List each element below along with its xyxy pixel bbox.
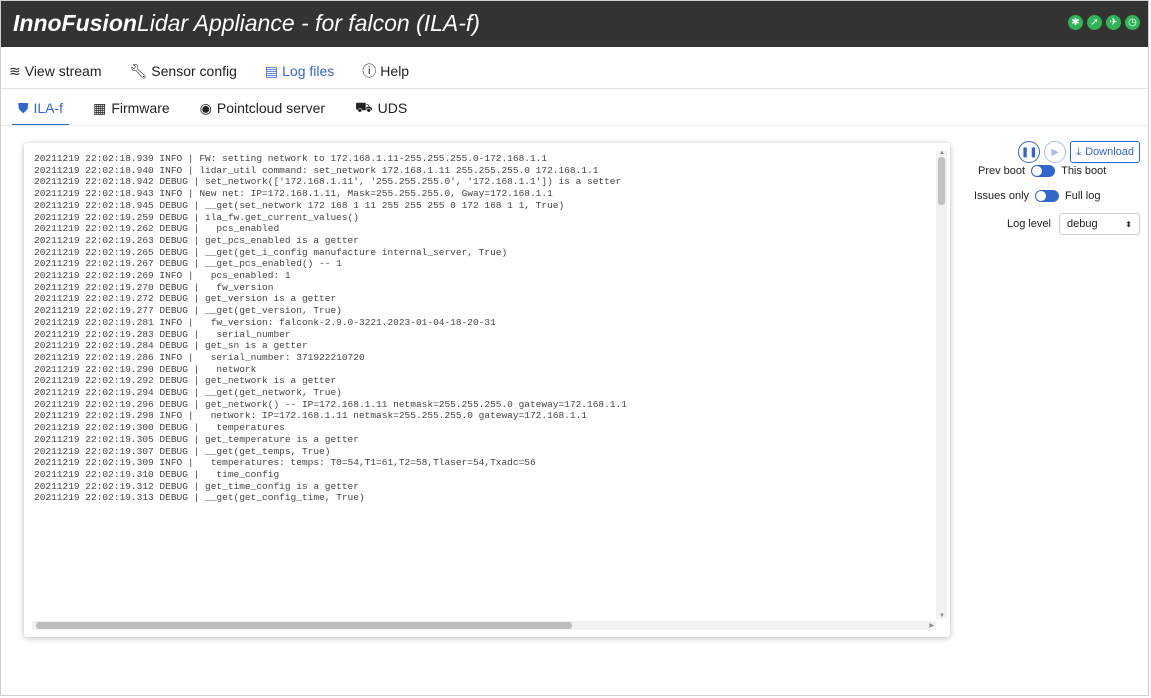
download-button[interactable]: ⤓ Download (1070, 141, 1140, 163)
horizontal-scroll-thumb[interactable] (36, 622, 572, 629)
vertical-scroll-thumb[interactable] (938, 157, 945, 205)
chip-icon: ▦ (93, 99, 107, 116)
log-line: 20211219 22:02:19.309 INFO | temperature… (34, 457, 536, 469)
log-line: 20211219 22:02:19.292 DEBUG | get_networ… (34, 375, 337, 387)
scroll-down-icon[interactable]: ▼ (939, 613, 945, 619)
log-line: 20211219 22:02:18.939 INFO | FW: setting… (34, 153, 548, 164)
info-icon: ⓘ (362, 63, 377, 79)
plane-icon[interactable]: ✈ (1106, 15, 1121, 30)
log-line: 20211219 22:02:18.942 DEBUG | set_networ… (34, 176, 622, 188)
log-line: 20211219 22:02:19.272 DEBUG | get_versio… (34, 293, 337, 305)
log-line: 20211219 22:02:19.296 DEBUG | get_networ… (34, 398, 627, 410)
nav-label: Help (380, 63, 410, 79)
horizontal-scrollbar[interactable]: ▶ (32, 621, 936, 630)
log-line: 20211219 22:02:18.943 INFO | New net: IP… (34, 188, 553, 200)
log-scope-toggle-row: Issues only Full log (974, 190, 1101, 202)
bug-icon[interactable]: ✱ (1068, 15, 1083, 30)
tab-ila-f[interactable]: ⛊ ILA-f (12, 93, 70, 126)
log-line: 20211219 22:02:19.307 DEBUG | __get(get_… (34, 445, 331, 457)
log-line: 20211219 22:02:18.945 DEBUG | __get(set_… (34, 199, 565, 211)
nav-label: View stream (24, 63, 102, 79)
car-icon: ⛟ (355, 98, 373, 115)
nav-log-files[interactable]: ▤ Log files (257, 63, 334, 80)
boot-toggle[interactable] (1031, 165, 1056, 177)
app-title-text: Lidar Appliance - for falcon (ILA-f) (136, 10, 480, 36)
nav-sensor-config[interactable]: 🔧︎ Sensor config (122, 63, 237, 80)
this-boot-label: This boot (1061, 165, 1107, 177)
log-line: 20211219 22:02:19.263 DEBUG | get_pcs_en… (34, 234, 359, 246)
log-scope-toggle[interactable] (1035, 190, 1060, 202)
nav-divider (1, 88, 1148, 89)
log-line: 20211219 22:02:19.269 INFO | pcs_enabled… (34, 270, 291, 282)
log-line: 20211219 22:02:18.940 INFO | lidar_util … (34, 164, 599, 176)
log-line: 20211219 22:02:19.270 DEBUG | fw_version (34, 281, 274, 293)
log-line: 20211219 22:02:19.277 DEBUG | __get(get_… (34, 305, 342, 317)
download-icon: ⤓ (1076, 145, 1082, 158)
log-line: 20211219 22:02:19.294 DEBUG | __get(get_… (34, 387, 342, 399)
log-line: 20211219 22:02:19.312 DEBUG | get_time_c… (34, 480, 359, 492)
log-line: 20211219 22:02:19.265 DEBUG | __get(get_… (34, 246, 508, 258)
log-line: 20211219 22:02:19.300 DEBUG | temperatur… (34, 422, 285, 434)
nav-label: Sensor config (151, 63, 237, 79)
log-line: 20211219 22:02:19.290 DEBUG | network (34, 363, 257, 375)
html5-icon: ⛊ (18, 99, 29, 116)
log-level-label: Log level (1006, 218, 1051, 230)
scroll-right-icon[interactable]: ▶ (929, 622, 934, 629)
app-title: InnoFusionLidar Appliance - for falcon (… (13, 10, 480, 37)
log-line: 20211219 22:02:19.310 DEBUG | time_confi… (34, 468, 280, 480)
clock-icon[interactable]: ◷ (1125, 15, 1140, 30)
log-line: 20211219 22:02:19.284 DEBUG | get_sn is … (34, 340, 308, 352)
vertical-scrollbar[interactable]: ▲ ▼ (936, 150, 947, 619)
nav-label: Log files (282, 63, 335, 79)
tab-label: UDS (377, 100, 408, 116)
pause-icon[interactable]: ❚❚ (1018, 141, 1041, 163)
log-line: 20211219 22:02:19.281 INFO | fw_version:… (34, 316, 496, 328)
running-icon[interactable]: ➚ (1087, 15, 1102, 30)
tab-pointcloud-server[interactable]: ◉ Pointcloud server (194, 93, 331, 123)
main-nav: ≋ View stream 🔧︎ Sensor config ▤ Log fil… (1, 56, 429, 86)
download-label: Download (1085, 146, 1134, 158)
file-icon: ▤ (264, 62, 279, 79)
title-bar: InnoFusionLidar Appliance - for falcon (… (1, 1, 1148, 47)
log-line: 20211219 22:02:19.283 DEBUG | serial_num… (34, 328, 291, 340)
stream-icon: ≋ (9, 62, 21, 79)
log-line: 20211219 22:02:19.313 DEBUG | __get(get_… (34, 492, 365, 504)
log-viewer[interactable]: 20211219 22:02:18.939 INFO | FW: setting… (24, 153, 936, 620)
prev-boot-label: Prev boot (978, 165, 1026, 177)
scroll-up-icon[interactable]: ▲ (939, 150, 945, 156)
tab-uds[interactable]: ⛟ UDS (349, 93, 413, 123)
log-line: 20211219 22:02:19.262 DEBUG | pcs_enable… (34, 223, 280, 235)
sub-tabs: ⛊ ILA-f ▦ Firmware ◉ Pointcloud server ⛟… (12, 93, 431, 126)
nav-view-stream[interactable]: ≋ View stream (1, 63, 102, 80)
log-line: 20211219 22:02:19.305 DEBUG | get_temper… (34, 433, 359, 445)
log-line: 20211219 22:02:19.259 DEBUG | ila_fw.get… (34, 211, 359, 223)
log-level-row: Log level debug ⬍ (1007, 213, 1140, 235)
log-line: 20211219 22:02:19.286 INFO | serial_numb… (34, 351, 365, 363)
disc-icon: ◉ (199, 99, 212, 116)
tab-divider (1, 125, 1148, 126)
tab-firmware[interactable]: ▦ Firmware (87, 93, 176, 123)
tab-label: ILA-f (33, 100, 64, 116)
select-arrows-icon: ⬍ (1125, 219, 1132, 229)
playback-buttons: ❚❚ ▶ ⤓ Download (1018, 141, 1140, 163)
log-level-select[interactable]: debug ⬍ (1059, 213, 1140, 235)
play-icon[interactable]: ▶ (1044, 141, 1067, 163)
tab-label: Pointcloud server (216, 100, 326, 116)
brand-name: InnoFusion (13, 10, 137, 36)
log-line: 20211219 22:02:19.298 INFO | network: IP… (34, 410, 587, 422)
nav-help[interactable]: ⓘ Help (354, 61, 409, 81)
wrench-icon: 🔧︎ (129, 62, 148, 79)
log-panel: 20211219 22:02:18.939 INFO | FW: setting… (24, 143, 950, 637)
full-log-label: Full log (1065, 190, 1101, 202)
log-line: 20211219 22:02:19.267 DEBUG | __get_pcs_… (34, 258, 342, 270)
boot-toggle-row: Prev boot This boot (978, 165, 1106, 177)
log-level-value: debug (1067, 218, 1098, 230)
issues-only-label: Issues only (974, 190, 1030, 202)
tab-label: Firmware (111, 100, 170, 116)
status-icons: ✱ ➚ ✈ ◷ (1068, 15, 1140, 30)
